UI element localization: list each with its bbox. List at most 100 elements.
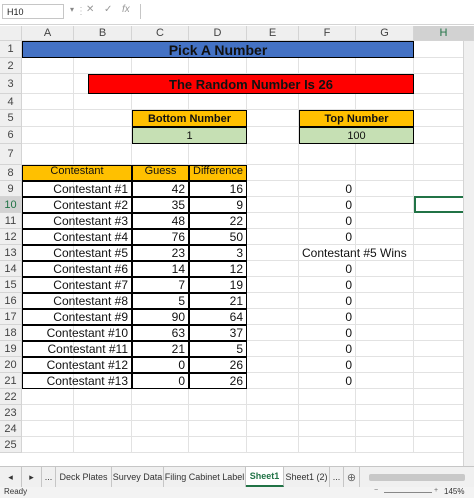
column-header-f[interactable]: F: [299, 26, 356, 41]
contestant-difference[interactable]: 22: [189, 213, 247, 229]
random-number-banner[interactable]: The Random Number Is 26: [88, 74, 414, 94]
contestant-guess[interactable]: 0: [132, 373, 189, 389]
row-header-7[interactable]: 7: [0, 144, 22, 165]
row-header-20[interactable]: 20: [0, 357, 22, 373]
contestant-name[interactable]: Contestant #12: [22, 357, 132, 373]
tab-overflow-left[interactable]: ...: [42, 467, 56, 487]
row-header-16[interactable]: 16: [0, 293, 22, 309]
contestant-name[interactable]: Contestant #2: [22, 197, 132, 213]
contestant-name[interactable]: Contestant #5: [22, 245, 132, 261]
contestant-name[interactable]: Contestant #6: [22, 261, 132, 277]
cancel-icon[interactable]: ✕: [86, 4, 94, 15]
result-value[interactable]: 0: [299, 261, 356, 277]
contestant-guess[interactable]: 35: [132, 197, 189, 213]
tab-overflow-right[interactable]: ...: [330, 467, 344, 487]
row-header-6[interactable]: 6: [0, 127, 22, 144]
column-header-h[interactable]: H: [414, 26, 474, 41]
tab-sheet1-2[interactable]: Sheet1 (2): [284, 467, 330, 487]
column-header-g[interactable]: G: [356, 26, 414, 41]
select-all-corner[interactable]: [0, 26, 22, 41]
tab-deck-plates[interactable]: Deck Plates: [56, 467, 112, 487]
contestant-difference[interactable]: 9: [189, 197, 247, 213]
row-header-18[interactable]: 18: [0, 325, 22, 341]
tab-sheet1[interactable]: Sheet1: [246, 467, 284, 487]
column-header-a[interactable]: A: [22, 26, 74, 41]
contestant-name[interactable]: Contestant #13: [22, 373, 132, 389]
header-guess[interactable]: Guess: [132, 165, 189, 181]
result-value[interactable]: 0: [299, 197, 356, 213]
row-header-17[interactable]: 17: [0, 309, 22, 325]
contestant-difference[interactable]: 3: [189, 245, 247, 261]
contestant-difference[interactable]: 19: [189, 277, 247, 293]
name-box-dropdown-icon[interactable]: ▾: [70, 5, 74, 14]
row-header-14[interactable]: 14: [0, 261, 22, 277]
header-difference[interactable]: Difference: [189, 165, 247, 181]
result-value[interactable]: 0: [299, 325, 356, 341]
tab-filing-cabinet-label[interactable]: Filing Cabinet Label: [164, 467, 246, 487]
bottom-number-value[interactable]: 1: [132, 127, 247, 144]
row-header-22[interactable]: 22: [0, 389, 22, 405]
contestant-guess[interactable]: 7: [132, 277, 189, 293]
row-header-2[interactable]: 2: [0, 58, 22, 74]
contestant-name[interactable]: Contestant #8: [22, 293, 132, 309]
column-header-e[interactable]: E: [247, 26, 299, 41]
contestant-name[interactable]: Contestant #4: [22, 229, 132, 245]
contestant-name[interactable]: Contestant #3: [22, 213, 132, 229]
winner-result[interactable]: Contestant #5 Wins: [299, 245, 414, 261]
contestant-difference[interactable]: 64: [189, 309, 247, 325]
column-header-c[interactable]: C: [132, 26, 189, 41]
row-header-13[interactable]: 13: [0, 245, 22, 261]
zoom-out-icon[interactable]: −: [374, 487, 378, 494]
row-header-11[interactable]: 11: [0, 213, 22, 229]
row-header-15[interactable]: 15: [0, 277, 22, 293]
horizontal-scrollbar[interactable]: [360, 467, 474, 487]
contestant-guess[interactable]: 21: [132, 341, 189, 357]
title-pick-a-number[interactable]: Pick A Number: [22, 41, 414, 58]
horizontal-scroll-thumb[interactable]: [369, 473, 465, 481]
contestant-guess[interactable]: 23: [132, 245, 189, 261]
contestant-guess[interactable]: 42: [132, 181, 189, 197]
name-box[interactable]: H10: [2, 4, 64, 19]
contestant-guess[interactable]: 5: [132, 293, 189, 309]
row-header-5[interactable]: 5: [0, 110, 22, 127]
row-header-10[interactable]: 10: [0, 197, 22, 213]
contestant-guess[interactable]: 14: [132, 261, 189, 277]
contestant-difference[interactable]: 37: [189, 325, 247, 341]
result-value[interactable]: 0: [299, 229, 356, 245]
formula-input[interactable]: [140, 4, 473, 19]
top-number-label[interactable]: Top Number: [299, 110, 414, 127]
contestant-name[interactable]: Contestant #9: [22, 309, 132, 325]
contestant-guess[interactable]: 0: [132, 357, 189, 373]
contestant-name[interactable]: Contestant #7: [22, 277, 132, 293]
row-header-24[interactable]: 24: [0, 421, 22, 437]
result-value[interactable]: 0: [299, 213, 356, 229]
header-contestant[interactable]: Contestant: [22, 165, 132, 181]
contestant-difference[interactable]: 5: [189, 341, 247, 357]
contestant-name[interactable]: Contestant #1: [22, 181, 132, 197]
tab-survey-data[interactable]: Survey Data: [112, 467, 164, 487]
zoom-in-icon[interactable]: +: [434, 487, 438, 494]
contestant-name[interactable]: Contestant #10: [22, 325, 132, 341]
contestant-guess[interactable]: 63: [132, 325, 189, 341]
row-header-8[interactable]: 8: [0, 165, 22, 181]
row-header-9[interactable]: 9: [0, 181, 22, 197]
zoom-level[interactable]: 145%: [444, 487, 464, 496]
contestant-guess[interactable]: 76: [132, 229, 189, 245]
row-header-1[interactable]: 1: [0, 41, 22, 58]
row-header-21[interactable]: 21: [0, 373, 22, 389]
row-header-4[interactable]: 4: [0, 94, 22, 110]
column-header-b[interactable]: B: [74, 26, 132, 41]
contestant-guess[interactable]: 90: [132, 309, 189, 325]
result-value[interactable]: 0: [299, 181, 356, 197]
result-value[interactable]: 0: [299, 373, 356, 389]
contestant-difference[interactable]: 26: [189, 373, 247, 389]
row-header-25[interactable]: 25: [0, 437, 22, 453]
contestant-difference[interactable]: 21: [189, 293, 247, 309]
row-header-3[interactable]: 3: [0, 74, 22, 94]
bottom-number-label[interactable]: Bottom Number: [132, 110, 247, 127]
add-sheet-icon[interactable]: ⊕: [344, 467, 360, 487]
result-value[interactable]: 0: [299, 357, 356, 373]
top-number-value[interactable]: 100: [299, 127, 414, 144]
vertical-scrollbar[interactable]: [463, 41, 474, 466]
scroll-tabs-right-icon[interactable]: ▸: [22, 467, 42, 487]
